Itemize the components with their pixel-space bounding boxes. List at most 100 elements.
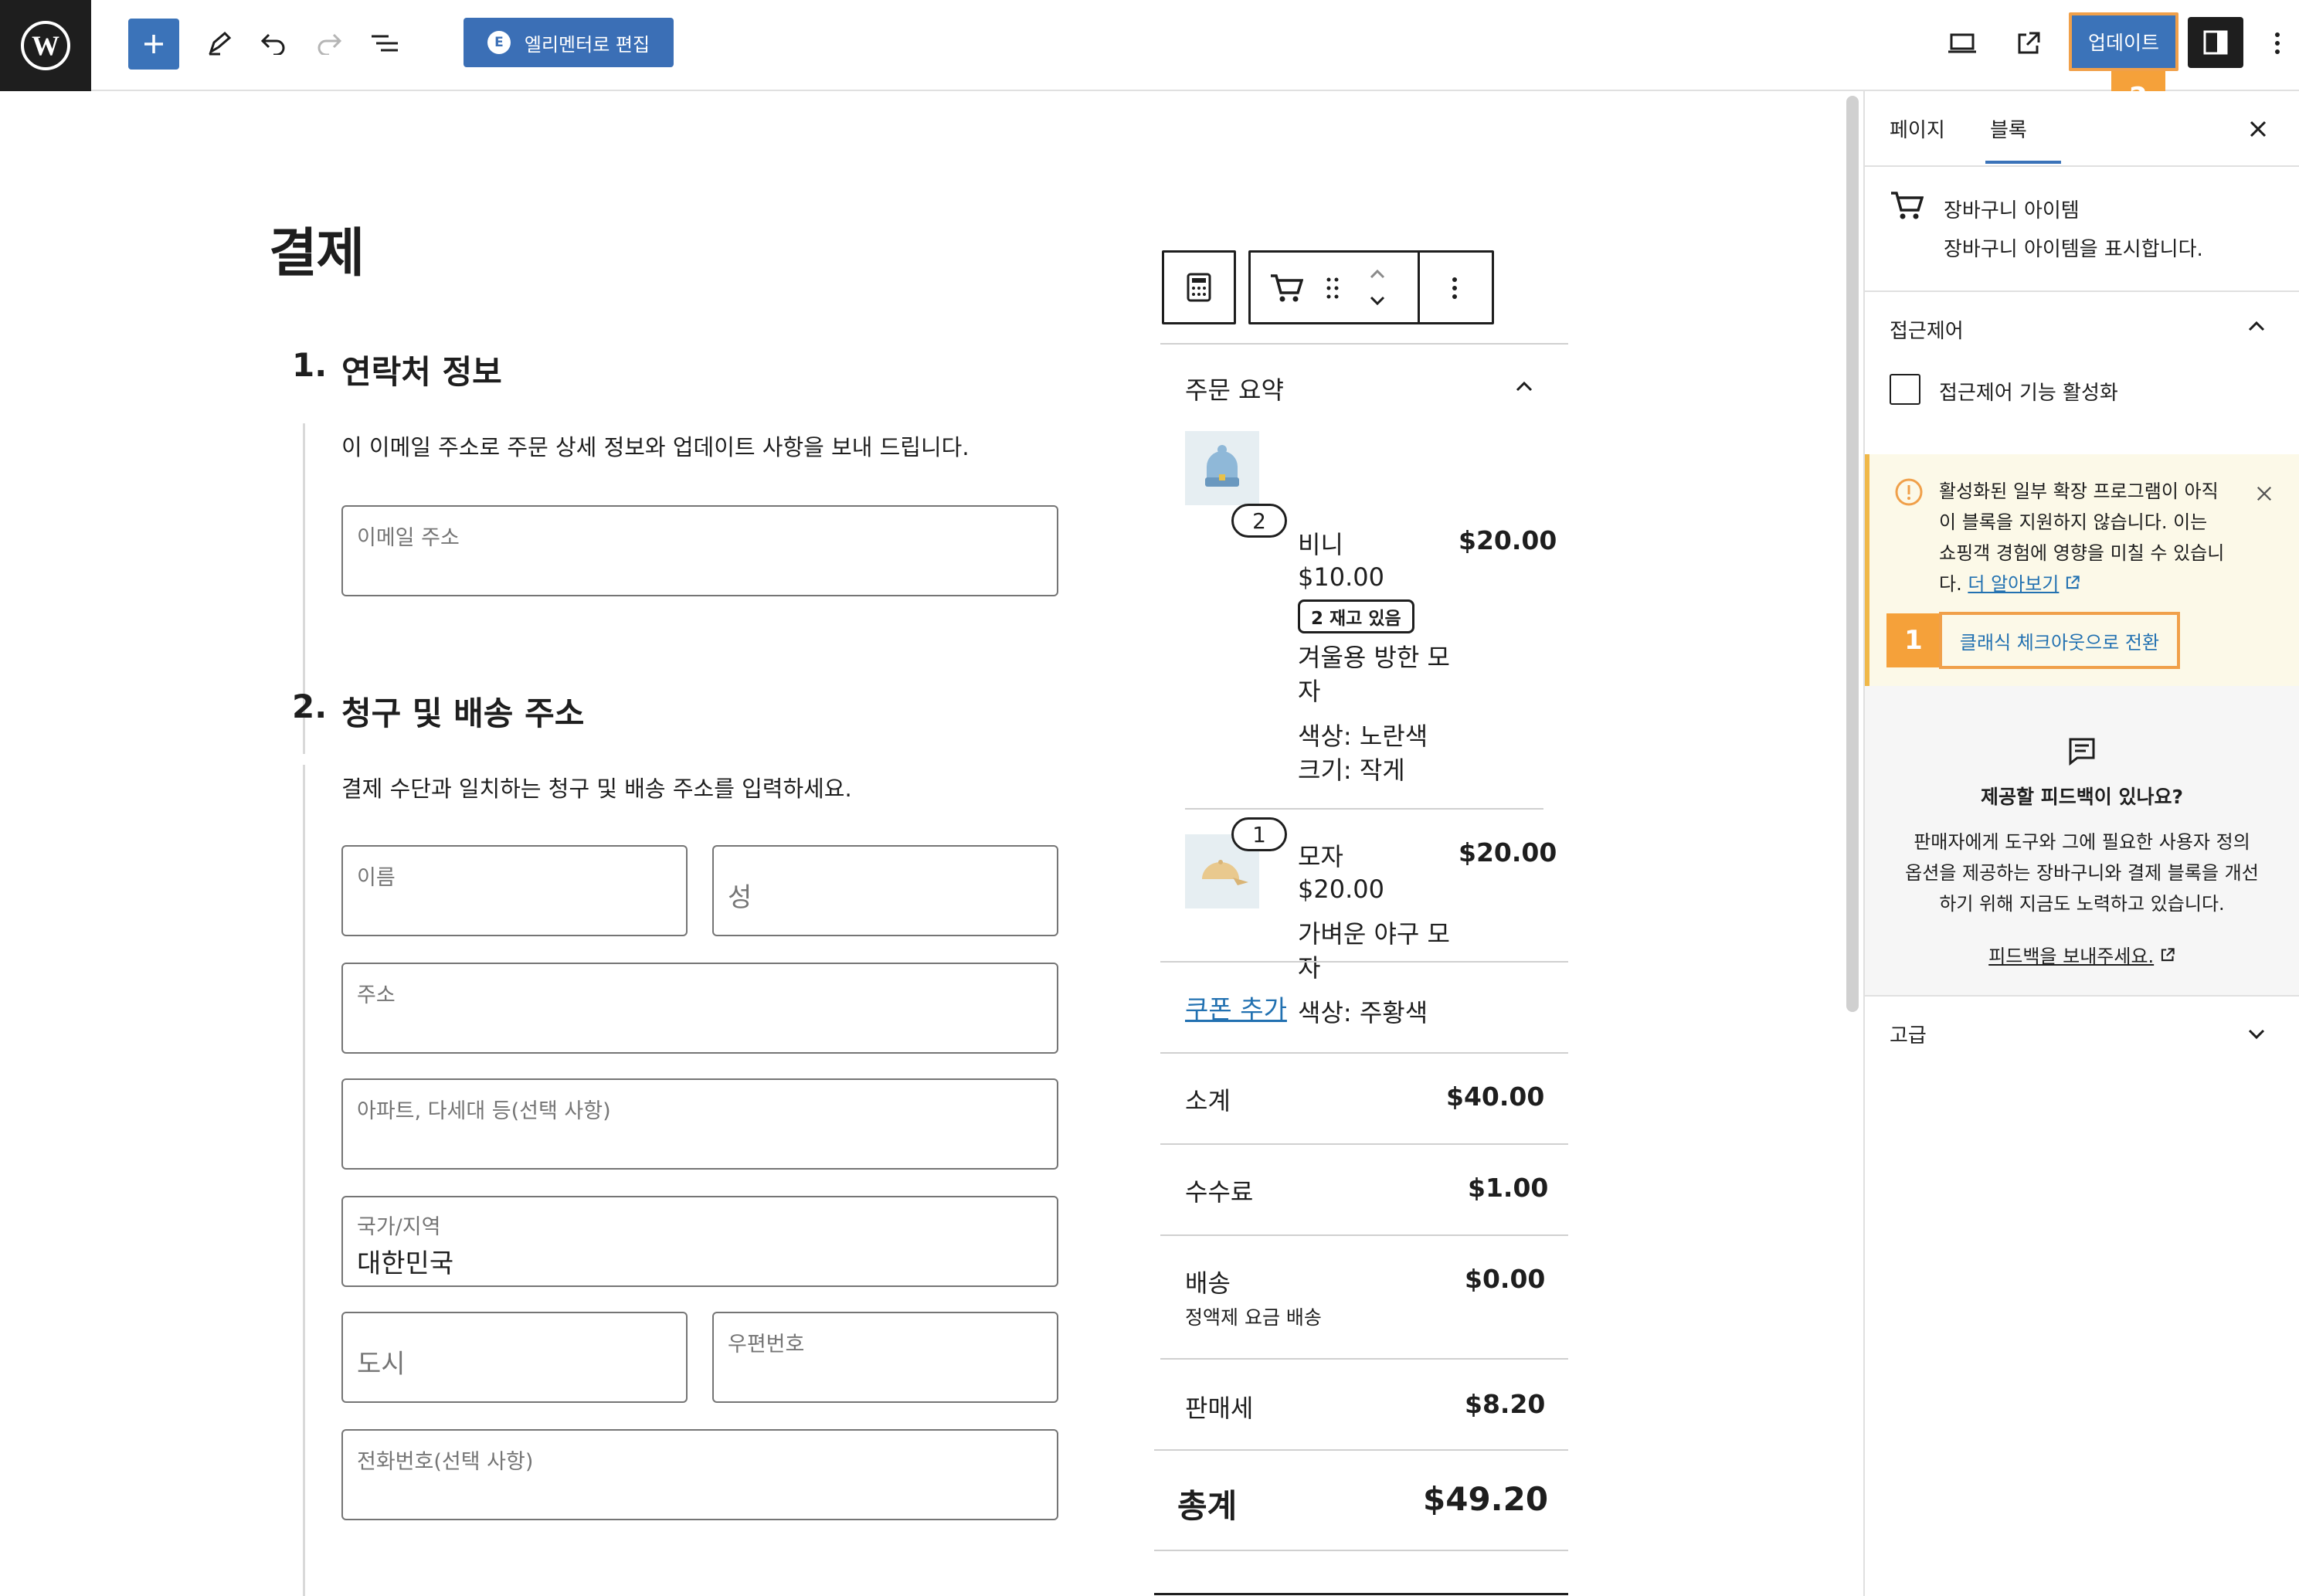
drag-handle-icon[interactable] [1325,276,1340,301]
shipping-method: 정액제 요금 배송 [1185,1306,1322,1329]
scrollbar-thumb[interactable] [1846,96,1859,1012]
divider [1160,1143,1568,1145]
shipping-value: $0.00 [1465,1264,1546,1294]
settings-sidebar-toggle[interactable] [2188,17,2243,68]
view-page-button[interactable] [2009,23,2049,63]
chevron-up-icon[interactable] [1513,379,1536,394]
redo-icon [318,33,342,55]
chevron-down-icon[interactable] [2246,1027,2267,1041]
postcode-field[interactable]: 우편번호 [712,1312,1058,1403]
phone-field[interactable]: 전화번호(선택 사항) [341,1429,1058,1520]
address-label: 주소 [357,983,396,1007]
last-name-label: 성 [728,882,752,913]
step-number: 1. [292,346,328,384]
apartment-label: 아파트, 다세대 등(선택 사항) [357,1099,611,1123]
preview-device-button[interactable] [1942,23,1982,63]
undo-button[interactable] [253,23,294,63]
email-placeholder: 이메일 주소 [357,526,460,550]
toolbar-divider [1418,253,1420,322]
canvas-scrollbar[interactable] [1840,91,1865,1596]
wordpress-logo-button[interactable]: W [0,0,91,91]
update-button[interactable]: 업데이트 [2069,12,2178,71]
email-field[interactable]: 이메일 주소 [341,505,1058,596]
feedback-title: 제공할 피드백이 있나요? [1981,786,2183,808]
item-total: $20.00 [1459,837,1557,868]
wordpress-icon: W [21,21,70,70]
add-block-button[interactable] [128,19,179,70]
notice-text: 쇼핑객 경험에 영향을 미칠 수 있습니 [1939,542,2225,564]
active-tab-indicator [1985,161,2061,164]
add-coupon-link[interactable]: 쿠폰 추가 [1185,989,1287,1026]
contact-section-title: 연락처 정보 [341,353,502,391]
item-name: 모자 [1298,842,1343,871]
item-unit-price: $20.00 [1298,874,1384,904]
access-control-panel-title[interactable]: 접근제어 [1890,315,1964,344]
country-select[interactable]: 국가/지역 대한민국 [341,1196,1058,1287]
apartment-field[interactable]: 아파트, 다세대 등(선택 사항) [341,1078,1058,1170]
feedback-text: 판매자에게 도구와 그에 필요한 사용자 정의 [1914,831,2250,853]
stock-badge: 2 재고 있음 [1298,599,1414,633]
access-control-checkbox-label: 접근제어 기능 활성화 [1939,382,2118,405]
options-menu-button[interactable] [2263,23,2291,63]
update-button-label: 업데이트 [2087,32,2159,54]
chevron-up-icon[interactable] [2246,320,2267,334]
feedback-text: 하기 위해 지금도 노력하고 있습니다. [1939,893,2225,915]
block-parent-selector[interactable] [1162,250,1236,324]
fee-label: 수수료 [1185,1177,1254,1207]
tab-block[interactable]: 블록 [1990,114,2027,143]
shipping-label: 배송 [1185,1268,1231,1298]
more-vertical-icon[interactable] [1452,276,1458,301]
switch-to-classic-checkout-button[interactable]: 클래식 체크아웃으로 전환 [1939,612,2180,669]
cart-icon[interactable] [1269,273,1303,304]
list-view-icon [372,35,398,52]
divider [1865,290,2299,292]
divider [1160,1358,1568,1360]
divider [1865,165,2299,167]
access-control-checkbox[interactable] [1890,374,1920,405]
divider [1154,1550,1568,1551]
city-field[interactable]: 도시 [341,1312,688,1403]
divider [1160,1234,1568,1236]
move-down-icon[interactable] [1367,294,1388,308]
divider [1154,1593,1568,1595]
last-name-field[interactable]: 성 [712,845,1058,936]
item-description: 자 [1298,677,1321,706]
advanced-panel-title[interactable]: 고급 [1890,1020,1927,1048]
item-attribute: 크기: 작게 [1298,756,1405,785]
external-link-icon [2161,948,2175,962]
document-overview-button[interactable] [365,23,405,63]
item-description: 겨울용 방한 모 [1298,643,1450,672]
item-attribute: 색상: 주황색 [1298,998,1428,1027]
dismiss-notice-button[interactable] [2251,480,2277,507]
redo-button[interactable] [309,23,349,63]
calculator-icon [1187,273,1211,302]
notice-text: 다. 더 알아보기 [1939,569,2080,596]
block-card-description: 장바구니 아이템을 표시합니다. [1944,238,2203,261]
edit-with-elementor-button[interactable]: E 엘리멘터로 편집 [464,18,674,67]
feedback-link-row: 피드백을 보내주세요. [1865,941,2299,968]
send-feedback-link[interactable]: 피드백을 보내주세요. [1988,946,2154,967]
laptop-icon [1948,33,1976,53]
learn-more-link[interactable]: 더 알아보기 [1968,573,2059,595]
tools-button[interactable] [199,23,239,63]
feedback-panel: 제공할 피드백이 있나요? 판매자에게 도구와 그에 필요한 사용자 정의 옵션… [1865,686,2299,995]
address-section-title: 청구 및 배송 주소 [341,694,585,732]
first-name-field[interactable]: 이름 [341,845,688,936]
beanie-image-icon [1205,445,1239,487]
move-up-icon[interactable] [1367,267,1388,280]
item-description: 가벼운 야구 모 [1298,919,1450,949]
elementor-button-label: 엘리멘터로 편집 [524,33,650,56]
subtotal-label: 소계 [1185,1086,1231,1116]
divider [1160,1052,1568,1054]
address-field[interactable]: 주소 [341,963,1058,1054]
annotation-badge-1: 1 [1886,613,1941,667]
country-label: 국가/지역 [357,1215,441,1239]
country-value: 대한민국 [357,1248,454,1279]
step-divider-line [303,765,305,1596]
beanie-thumbnail [1185,431,1259,505]
tab-page[interactable]: 페이지 [1890,114,1945,143]
close-sidebar-button[interactable] [2240,111,2276,147]
divider [1154,1449,1568,1451]
city-label: 도시 [357,1349,406,1380]
step-number: 2. [292,688,328,725]
